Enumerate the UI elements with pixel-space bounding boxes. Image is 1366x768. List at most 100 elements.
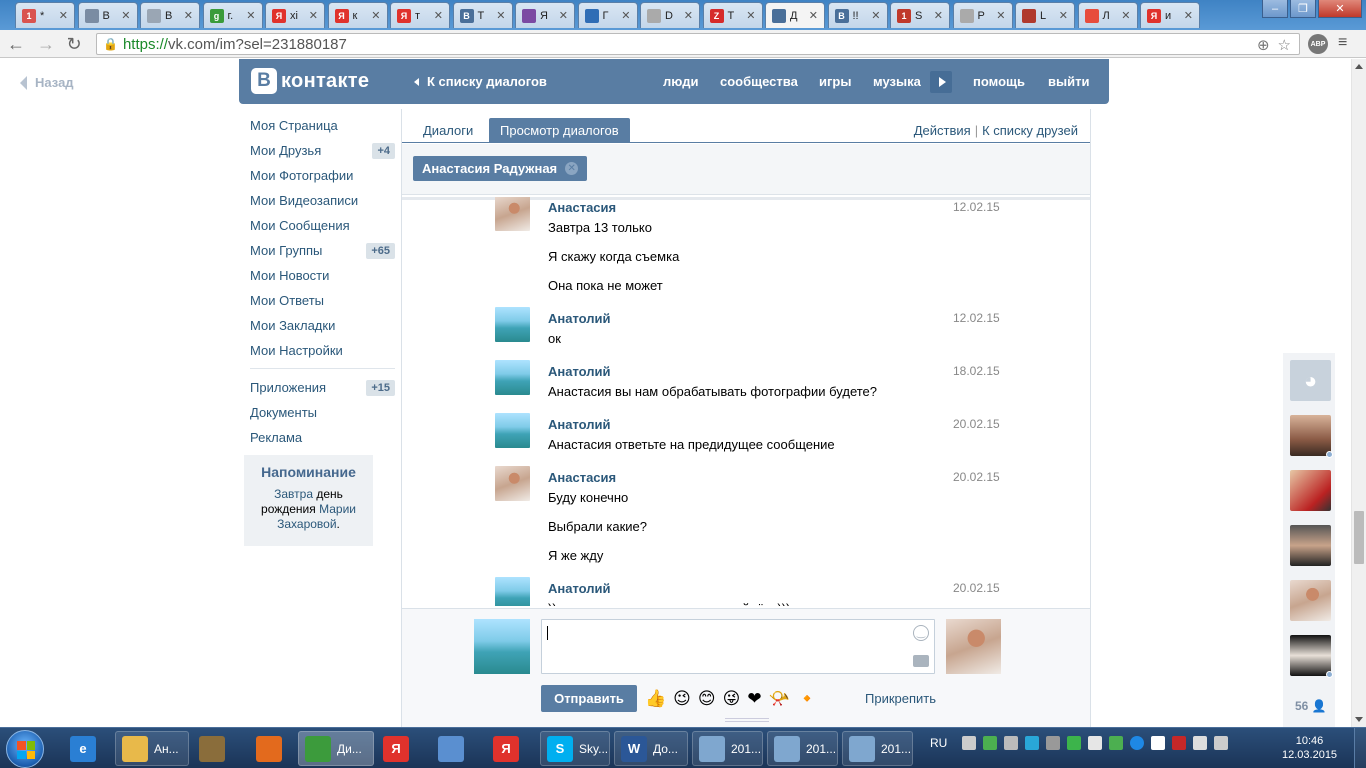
zoom-icon[interactable]: ⊕: [1257, 36, 1270, 54]
tray-icon[interactable]: [962, 736, 977, 750]
tray-icon[interactable]: [1067, 736, 1082, 750]
friend-avatar[interactable]: [1290, 470, 1331, 511]
volume-icon[interactable]: [1193, 736, 1208, 750]
browser-tab[interactable]: Z T ✕: [702, 2, 763, 28]
browser-tab[interactable]: В ✕: [77, 2, 138, 28]
tray-icon[interactable]: [1151, 736, 1166, 750]
nav-games[interactable]: игры: [819, 74, 851, 89]
message-date[interactable]: 20.02.15: [953, 417, 1000, 431]
nav-logout[interactable]: выйти: [1048, 74, 1089, 89]
tab-close-icon[interactable]: ✕: [746, 9, 755, 22]
browser-tab[interactable]: В Т ✕: [452, 2, 513, 28]
resize-grip[interactable]: [725, 718, 769, 722]
tab-close-icon[interactable]: ✕: [809, 9, 818, 22]
message-avatar[interactable]: [495, 577, 530, 606]
tab-close-icon[interactable]: ✕: [934, 9, 943, 22]
page-scrollbar[interactable]: [1351, 59, 1366, 727]
message-avatar[interactable]: [495, 197, 530, 231]
taskbar-item[interactable]: Ди...: [298, 731, 374, 766]
tray-icon[interactable]: [983, 736, 998, 750]
tab-close-icon[interactable]: ✕: [496, 9, 505, 22]
message-author[interactable]: Анастасия: [548, 200, 616, 215]
bookmark-star-icon[interactable]: ☆: [1278, 36, 1291, 54]
nav-music[interactable]: музыка: [873, 74, 921, 89]
minimize-button[interactable]: –: [1262, 0, 1288, 18]
message-input[interactable]: ‿: [541, 619, 935, 674]
friend-avatar[interactable]: [1290, 415, 1333, 458]
tab-close-icon[interactable]: ✕: [1059, 9, 1068, 22]
system-clock[interactable]: 10:46 12.03.2015: [1282, 734, 1337, 762]
taskbar-item[interactable]: e: [64, 731, 112, 766]
tray-icon[interactable]: [1088, 736, 1103, 750]
language-indicator[interactable]: RU: [930, 736, 947, 750]
taskbar-item[interactable]: 201...: [842, 731, 913, 766]
attach-link[interactable]: Прикрепить: [865, 691, 936, 706]
browser-tab[interactable]: g г. ✕: [202, 2, 263, 28]
menu-badge[interactable]: +65: [366, 242, 395, 259]
message-date[interactable]: 20.02.15: [953, 470, 1000, 484]
message-date[interactable]: 20.02.15: [953, 581, 1000, 595]
message-avatar[interactable]: [495, 413, 530, 448]
tab-close-icon[interactable]: ✕: [184, 9, 193, 22]
message-avatar[interactable]: [495, 466, 530, 501]
taskbar-item[interactable]: 201...: [692, 731, 763, 766]
browser-tab[interactable]: L ✕: [1015, 2, 1075, 28]
back-link[interactable]: Назад: [20, 75, 74, 90]
emoji-icon[interactable]: 😊: [698, 689, 716, 709]
dog-avatar-icon[interactable]: ◕: [1290, 360, 1331, 401]
message-date[interactable]: 18.02.15: [953, 364, 1000, 378]
browser-tab[interactable]: Д ✕: [765, 2, 825, 28]
message-date[interactable]: 12.02.15: [953, 200, 1000, 214]
my-avatar[interactable]: [474, 619, 530, 674]
friend-avatar[interactable]: [1290, 525, 1331, 566]
tab-close-icon[interactable]: ✕: [59, 9, 68, 22]
menu-badge[interactable]: +4: [372, 142, 395, 159]
menu-item[interactable]: Реклама: [250, 425, 395, 450]
close-window-button[interactable]: ✕: [1318, 0, 1362, 18]
scroll-up-arrow-icon[interactable]: [1355, 64, 1363, 69]
browser-tab[interactable]: Ят ✕: [390, 2, 450, 28]
taskbar-item[interactable]: [432, 731, 482, 766]
browser-tab[interactable]: Л ✕: [1077, 2, 1138, 28]
tab-close-icon[interactable]: ✕: [1184, 9, 1193, 22]
emoji-icon[interactable]: ❤: [747, 689, 761, 709]
browser-tab[interactable]: В!! ✕: [827, 2, 888, 28]
menu-badge[interactable]: +15: [366, 379, 395, 396]
browser-tab[interactable]: Яхі ✕: [265, 2, 325, 28]
actions-link[interactable]: Действия: [914, 123, 971, 138]
menu-item[interactable]: Мои Группы +65: [250, 238, 395, 263]
message-date[interactable]: 12.02.15: [953, 311, 1000, 325]
friend-avatar[interactable]: [1290, 580, 1331, 621]
taskbar-item[interactable]: W До...: [614, 731, 688, 766]
tab-dialogs[interactable]: Диалоги: [412, 118, 484, 143]
emoji-icon[interactable]: 👍: [645, 689, 666, 709]
tab-close-icon[interactable]: ✕: [684, 9, 693, 22]
tab-close-icon[interactable]: ✕: [434, 9, 443, 22]
recipient-avatar[interactable]: [946, 619, 1001, 674]
menu-item[interactable]: Мои Фотографии: [250, 163, 395, 188]
send-button[interactable]: Отправить: [541, 685, 637, 712]
tab-close-icon[interactable]: ✕: [371, 9, 380, 22]
emoji-icon[interactable]: 😜: [723, 689, 741, 709]
browser-tab[interactable]: 1 S ✕: [890, 2, 950, 28]
message-author[interactable]: Анатолий: [548, 581, 611, 596]
tray-icon[interactable]: [1004, 736, 1019, 750]
tab-close-icon[interactable]: ✕: [996, 9, 1005, 22]
tab-close-icon[interactable]: ✕: [246, 9, 255, 22]
address-bar[interactable]: 🔒 https://vk.com/im?sel=231880187 ⊕ ☆: [96, 33, 1300, 55]
message-history[interactable]: Анастасия 12.02.15 Завтра 13 только Я скажу…: [402, 197, 1090, 606]
message-author[interactable]: Анастасия: [548, 470, 616, 485]
message-author[interactable]: Анатолий: [548, 364, 611, 379]
menu-item[interactable]: Моя Страница: [250, 113, 395, 138]
taskbar-item[interactable]: 201...: [767, 731, 838, 766]
tray-icon[interactable]: [1172, 736, 1187, 750]
tray-icon[interactable]: [1109, 736, 1124, 750]
tray-icon[interactable]: [1025, 736, 1040, 750]
emoji-icon[interactable]: 🔸: [797, 689, 818, 709]
message-author[interactable]: Анатолий: [548, 417, 611, 432]
camera-icon[interactable]: [913, 655, 929, 667]
menu-item[interactable]: Документы: [250, 400, 395, 425]
browser-tab[interactable]: Р ✕: [952, 2, 1013, 28]
menu-item[interactable]: Мои Новости: [250, 263, 395, 288]
menu-item[interactable]: Мои Закладки: [250, 313, 395, 338]
